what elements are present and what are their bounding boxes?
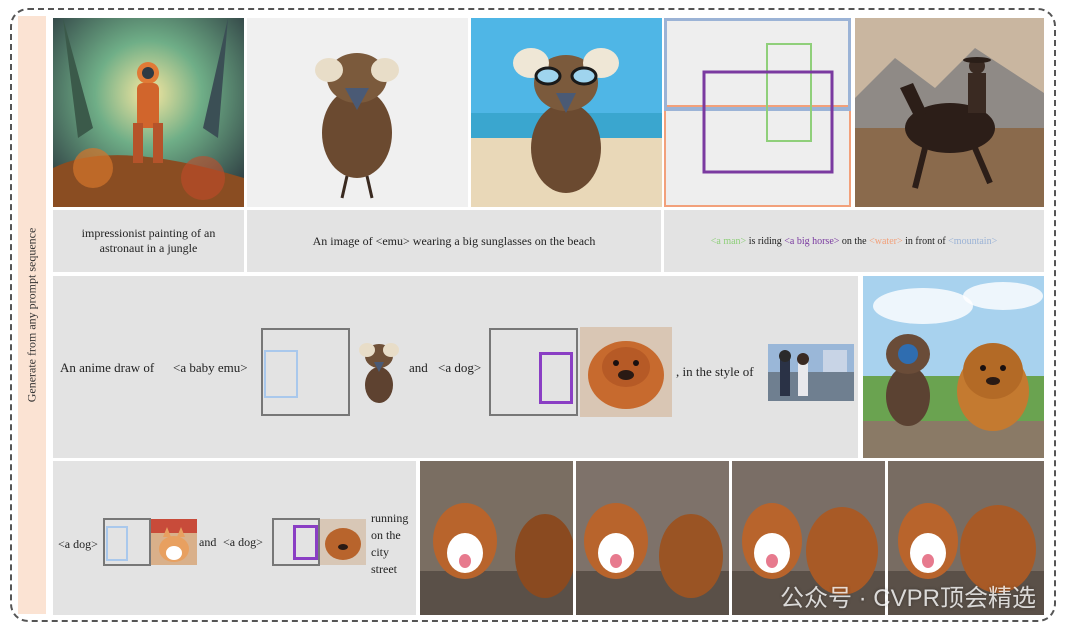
layout-box-emu-region xyxy=(264,350,298,398)
prompt-token-dog-row3-b: <a dog> xyxy=(223,535,263,549)
running-dogs-frame-1 xyxy=(420,461,573,615)
caption-man-text-1: is riding xyxy=(746,235,785,247)
prompt-token-baby-emu: <a baby emu> xyxy=(173,360,248,375)
caption-emu-text: An image of <emu> wearing a big sunglass… xyxy=(312,233,596,248)
prompt-token-mountain: <mountain> xyxy=(948,235,998,247)
anime-emu-dog-result-image xyxy=(863,276,1044,458)
caption-astronaut-text: impressionist painting of an astronaut i… xyxy=(81,226,216,255)
layout-box-dog-b-region xyxy=(293,525,318,560)
layout-box-dog-region xyxy=(539,352,573,404)
prompt-token-dog-row3-a: <a dog> xyxy=(58,537,98,551)
row2-text-style: , in the style of xyxy=(676,364,754,379)
side-label: Generate from any prompt sequence xyxy=(24,227,39,403)
prompt-token-man: <a man> xyxy=(710,235,747,247)
caption-man-text-3: in front of xyxy=(902,235,949,247)
bounding-box-layout-image xyxy=(664,18,851,207)
caption-man-horse: <a man> is riding <a big horse> on the <… xyxy=(664,210,1044,272)
chow-dog-thumb xyxy=(320,519,366,565)
shiba-dog-thumb xyxy=(151,519,197,565)
caption-emu: An image of <emu> wearing a big sunglass… xyxy=(247,210,661,272)
man-riding-horse-image xyxy=(855,18,1044,207)
row3-text-running: running on the city street xyxy=(371,511,409,576)
emu-chick-image xyxy=(247,18,468,207)
baby-emu-thumb xyxy=(355,330,403,415)
prompt-token-water: <water> xyxy=(869,235,903,247)
layout-box-dog-a-region xyxy=(106,526,128,561)
running-dogs-frame-2 xyxy=(576,461,729,615)
watermark: 公众号 · CVPR顶会精选 xyxy=(779,585,1036,612)
emu-sunglasses-beach-image xyxy=(471,18,662,207)
anime-style-reference-thumb xyxy=(768,344,854,401)
caption-man-text-2: on the xyxy=(839,235,870,247)
prompt-token-dog-row2: <a dog> xyxy=(438,360,482,375)
row2-text-anime-draw: An anime draw of xyxy=(60,360,155,375)
row3-text-and: and xyxy=(199,535,217,549)
caption-astronaut: impressionist painting of an astronaut i… xyxy=(53,210,244,272)
chow-dog-photo xyxy=(580,327,672,417)
prompt-token-horse: <a big horse> xyxy=(784,235,840,247)
row2-text-and: and xyxy=(409,360,428,375)
astronaut-jungle-image xyxy=(53,18,244,207)
